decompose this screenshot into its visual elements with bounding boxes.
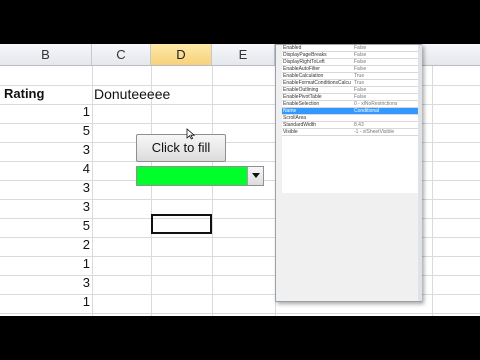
property-name: EnableOutlining bbox=[283, 87, 319, 93]
spreadsheet-window: B C D E Rating Donuteeeee 1 5 3 4 3 3 5 … bbox=[0, 0, 480, 360]
rating-header-cell[interactable]: Rating bbox=[4, 86, 44, 101]
property-value[interactable]: 0 - xlNoRestrictions bbox=[354, 101, 417, 108]
properties-window: Enabled False DisplayPageBreaks False Disp… bbox=[275, 44, 422, 302]
property-row[interactable]: Enabled False bbox=[282, 45, 418, 52]
rating-cell[interactable]: 5 bbox=[4, 218, 90, 233]
property-row[interactable]: EnableCalculation True bbox=[282, 73, 418, 80]
property-name: EnableAutoFilter bbox=[283, 66, 320, 72]
property-row[interactable]: EnableAutoFilter False bbox=[282, 66, 418, 73]
property-value[interactable]: False bbox=[354, 45, 417, 52]
column-header-B[interactable]: B bbox=[0, 44, 92, 65]
property-name: EnableSelection bbox=[283, 101, 320, 107]
click-to-fill-button[interactable]: Click to fill bbox=[136, 134, 226, 162]
rating-cell[interactable]: 1 bbox=[4, 294, 90, 309]
properties-scrollbar[interactable] bbox=[418, 45, 422, 301]
property-value[interactable]: False bbox=[354, 66, 417, 73]
property-name: Visible bbox=[283, 129, 298, 135]
property-value[interactable]: False bbox=[354, 87, 417, 94]
property-row[interactable]: DisplayPageBreaks False bbox=[282, 52, 418, 59]
property-row[interactable]: EnablePivotTable False bbox=[282, 94, 418, 101]
property-name: Name bbox=[283, 108, 297, 114]
rating-cell[interactable]: 1 bbox=[4, 256, 90, 271]
property-row[interactable]: StandardWidth 8.43 bbox=[282, 122, 418, 129]
letterbox-bottom bbox=[0, 316, 480, 360]
property-row[interactable]: DisplayRightToLeft False bbox=[282, 59, 418, 66]
property-row[interactable]: EnableFormatConditionsCalcul True bbox=[282, 80, 418, 87]
property-name: Enabled bbox=[283, 45, 302, 51]
chevron-down-icon bbox=[252, 173, 260, 178]
selected-cell-outline[interactable] bbox=[151, 214, 212, 234]
column-header-C[interactable]: C bbox=[92, 44, 151, 65]
property-name: StandardWidth bbox=[283, 122, 317, 128]
property-value[interactable]: True bbox=[354, 73, 417, 80]
rating-cell[interactable]: 3 bbox=[4, 142, 90, 157]
property-value[interactable]: -1 - xlSheetVisible bbox=[354, 129, 417, 136]
property-row[interactable]: ScrollArea bbox=[282, 115, 418, 122]
property-value[interactable]: True bbox=[354, 80, 417, 87]
property-value[interactable]: False bbox=[354, 52, 417, 59]
property-row[interactable]: EnableOutlining False bbox=[282, 87, 418, 94]
property-name: DisplayRightToLeft bbox=[283, 59, 325, 65]
property-row[interactable]: EnableSelection 0 - xlNoRestrictions bbox=[282, 101, 418, 108]
property-name: DisplayPageBreaks bbox=[283, 52, 327, 58]
property-row[interactable]: Visible -1 - xlSheetVisible bbox=[282, 129, 418, 136]
combobox-value-area[interactable] bbox=[137, 167, 247, 185]
rating-cell[interactable]: 3 bbox=[4, 199, 90, 214]
rating-cell[interactable]: 3 bbox=[4, 275, 90, 290]
rating-cell[interactable]: 2 bbox=[4, 237, 90, 252]
property-value[interactable]: False bbox=[354, 94, 417, 101]
mouse-pointer-icon bbox=[186, 128, 196, 140]
donut-header-cell[interactable]: Donuteeeee bbox=[94, 86, 170, 102]
column-header-E[interactable]: E bbox=[212, 44, 275, 65]
column-header-D[interactable]: D bbox=[151, 44, 212, 65]
dropdown-arrow-button[interactable] bbox=[247, 167, 263, 185]
property-row-selected[interactable]: Name Conditional bbox=[282, 108, 418, 115]
property-name: EnableFormatConditionsCalcul bbox=[283, 80, 351, 86]
property-name: EnablePivotTable bbox=[283, 94, 322, 100]
rating-cell[interactable]: 1 bbox=[4, 104, 90, 119]
rating-cell[interactable]: 4 bbox=[4, 161, 90, 176]
properties-list[interactable]: Enabled False DisplayPageBreaks False Disp… bbox=[282, 45, 418, 193]
color-combobox[interactable] bbox=[136, 166, 264, 186]
property-value[interactable]: 8.43 bbox=[354, 122, 417, 129]
letterbox-top bbox=[0, 0, 480, 44]
property-value[interactable]: Conditional bbox=[354, 108, 417, 115]
property-name: ScrollArea bbox=[283, 115, 307, 121]
property-value[interactable]: False bbox=[354, 59, 417, 66]
rating-cell[interactable]: 3 bbox=[4, 180, 90, 195]
property-name: EnableCalculation bbox=[283, 73, 324, 79]
rating-cell[interactable]: 5 bbox=[4, 123, 90, 138]
